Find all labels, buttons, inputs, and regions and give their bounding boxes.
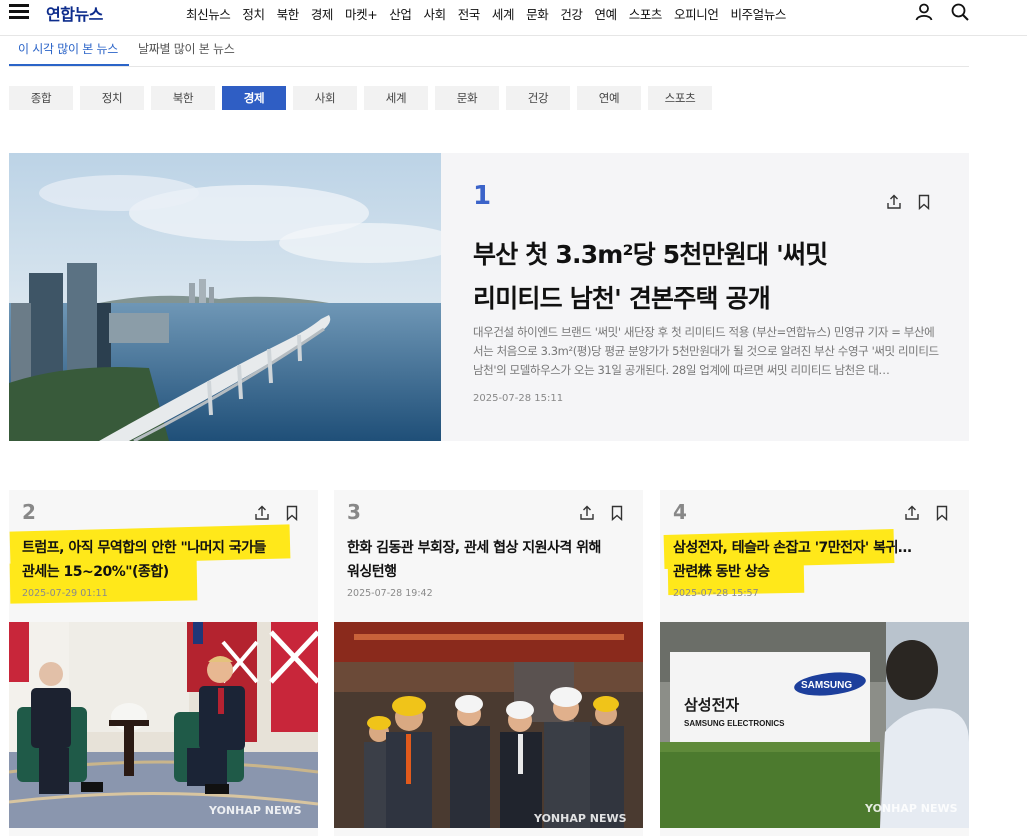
- tab-by-date-most-viewed[interactable]: 날짜별 많이 본 뉴스: [138, 37, 235, 66]
- share-icon[interactable]: [886, 194, 902, 210]
- article-title[interactable]: 부산 첫 3.3m²당 5천만원대 '써밋 리미티드 남천' 견본주택 공개: [473, 233, 893, 321]
- nav-item-north-korea[interactable]: 북한: [277, 4, 300, 23]
- article-title-line: 워싱턴행: [347, 564, 397, 580]
- nav-item-culture[interactable]: 문화: [526, 4, 549, 23]
- search-icon[interactable]: [950, 2, 970, 22]
- rank-number: 2: [22, 500, 36, 524]
- category-culture[interactable]: 문화: [435, 86, 499, 110]
- article-title-line: 트럼프, 아직 무역합의 안한 "나머지 국가들: [22, 540, 266, 556]
- watermark-text: YONHAP NEWS: [533, 812, 627, 825]
- article-title[interactable]: 삼성전자, 테슬라 손잡고 '7만전자' 복귀… 관련株 동반 상승: [673, 536, 953, 584]
- ranking-view-tabs: 이 시각 많이 본 뉴스 날짜별 많이 본 뉴스: [9, 37, 969, 67]
- article-title-line: 관세는 15~20%"(종합): [22, 564, 169, 580]
- share-icon[interactable]: [579, 505, 595, 521]
- nav-item-market-plus[interactable]: 마켓+: [345, 4, 378, 23]
- article-thumbnail-summit-meeting[interactable]: YONHAP NEWS: [9, 622, 318, 828]
- nav-item-sports[interactable]: 스포츠: [629, 4, 663, 23]
- article-summary: 대우건설 하이엔드 브랜드 '써밋' 새단장 후 첫 리미티드 적용 (부산=연…: [473, 325, 939, 377]
- category-society[interactable]: 사회: [293, 86, 357, 110]
- tab-now-most-viewed[interactable]: 이 시각 많이 본 뉴스: [9, 37, 129, 66]
- category-entertainment[interactable]: 연예: [577, 86, 641, 110]
- site-logo[interactable]: 연합뉴스: [46, 1, 103, 25]
- bookmark-icon[interactable]: [609, 505, 625, 521]
- ranked-article-card: 3 한화 김동관 부회장, 관세 협상 지원사격 위해 워싱턴행 2025-07…: [334, 490, 643, 836]
- top-header: 연합뉴스 최신뉴스 정치 북한 경제 마켓+ 산업 사회 전국 세계 문화 건강…: [0, 0, 1027, 36]
- sign-text-korean: 삼성전자: [684, 696, 739, 714]
- top-ranked-article: 1 부산 첫 3.3m²당 5천만원대 '써밋 리미티드 남천' 견본주택 공개…: [9, 153, 969, 441]
- article-title-line: 삼성전자, 테슬라 손잡고 '7만전자' 복귀…: [673, 540, 912, 556]
- rank-number: 3: [347, 500, 361, 524]
- article-title-line: 관련株 동반 상승: [673, 564, 770, 580]
- category-filter: 종합 정치 북한 경제 사회 세계 문화 건강 연예 스포츠: [9, 86, 712, 110]
- nav-item-politics[interactable]: 정치: [242, 4, 265, 23]
- category-north-korea[interactable]: 북한: [151, 86, 215, 110]
- category-all[interactable]: 종합: [9, 86, 73, 110]
- nav-item-visual-news[interactable]: 비주얼뉴스: [730, 4, 786, 23]
- sign-text-english: SAMSUNG ELECTRONICS: [684, 719, 785, 728]
- category-sports[interactable]: 스포츠: [648, 86, 712, 110]
- category-health[interactable]: 건강: [506, 86, 570, 110]
- article-date: 2025-07-28 15:11: [473, 393, 564, 404]
- article-title-line: 부산 첫 3.3m²당 5천만원대 '써밋: [473, 240, 828, 269]
- menu-icon[interactable]: [9, 2, 29, 20]
- article-date: 2025-07-29 01:11: [22, 588, 108, 599]
- samsung-logo-text: SAMSUNG: [801, 680, 852, 691]
- article-title-line: 한화 김동관 부회장, 관세 협상 지원사격 위해: [347, 540, 601, 556]
- article-title-line: 리미티드 남천' 견본주택 공개: [473, 284, 771, 313]
- article-title[interactable]: 트럼프, 아직 무역합의 안한 "나머지 국가들 관세는 15~20%"(종합): [22, 536, 302, 584]
- nav-item-entertainment[interactable]: 연예: [595, 4, 618, 23]
- rank-number: 4: [673, 500, 687, 524]
- category-economy[interactable]: 경제: [222, 86, 286, 110]
- main-nav: 최신뉴스 정치 북한 경제 마켓+ 산업 사회 전국 세계 문화 건강 연예 스…: [186, 4, 786, 23]
- nav-item-latest[interactable]: 최신뉴스: [186, 4, 231, 23]
- nav-item-world[interactable]: 세계: [492, 4, 515, 23]
- category-politics[interactable]: 정치: [80, 86, 144, 110]
- bookmark-icon[interactable]: [934, 505, 950, 521]
- article-date: 2025-07-28 15:57: [673, 588, 759, 599]
- nav-item-economy[interactable]: 경제: [311, 4, 334, 23]
- share-icon[interactable]: [904, 505, 920, 521]
- nav-item-industry[interactable]: 산업: [389, 4, 412, 23]
- nav-item-opinion[interactable]: 오피니언: [674, 4, 719, 23]
- ranked-article-card: 2 트럼프, 아직 무역합의 안한 "나머지 국가들 관세는 15~20%"(종…: [9, 490, 318, 836]
- rank-number: 1: [473, 181, 492, 211]
- user-icon[interactable]: [914, 2, 934, 22]
- ranked-article-card: 4 삼성전자, 테슬라 손잡고 '7만전자' 복귀… 관련株 동반 상승 202…: [660, 490, 969, 836]
- watermark-text: YONHAP NEWS: [208, 804, 302, 817]
- article-thumbnail-busan-bridge[interactable]: [9, 153, 441, 441]
- share-icon[interactable]: [254, 505, 270, 521]
- watermark-text: YONHAP NEWS: [864, 802, 958, 815]
- nav-item-society[interactable]: 사회: [424, 4, 447, 23]
- nav-item-nationwide[interactable]: 전국: [458, 4, 481, 23]
- nav-item-health[interactable]: 건강: [560, 4, 583, 23]
- article-date: 2025-07-28 19:42: [347, 588, 433, 599]
- article-thumbnail-shipyard-visit[interactable]: YONHAP NEWS: [334, 622, 643, 828]
- bookmark-icon[interactable]: [284, 505, 300, 521]
- article-thumbnail-samsung-sign[interactable]: SAMSUNG 삼성전자 SAMSUNG ELECTRONICS YONHAP …: [660, 622, 969, 828]
- article-title[interactable]: 한화 김동관 부회장, 관세 협상 지원사격 위해 워싱턴행: [347, 536, 627, 584]
- bookmark-icon[interactable]: [916, 194, 932, 210]
- category-world[interactable]: 세계: [364, 86, 428, 110]
